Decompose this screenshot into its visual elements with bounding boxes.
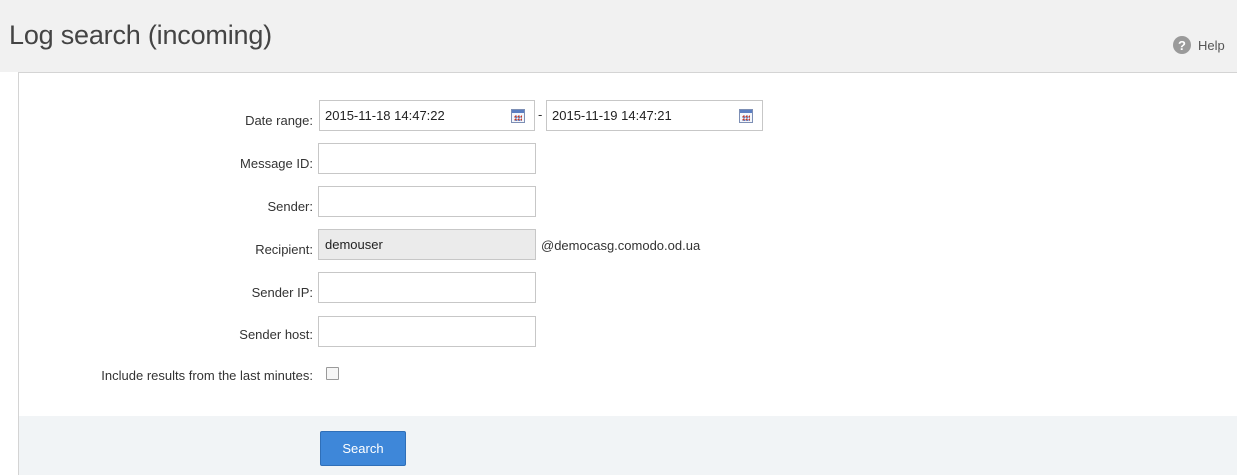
sender-host-label: Sender host: [239, 327, 313, 342]
help-link[interactable]: ? Help [1173, 36, 1225, 54]
search-form-panel [18, 72, 1237, 475]
page-header: Log search (incoming) ? Help [0, 0, 1237, 72]
question-circle-icon: ? [1173, 36, 1191, 54]
recipient-input [318, 229, 536, 260]
message-id-input[interactable] [318, 143, 536, 174]
recipient-label: Recipient: [255, 242, 313, 257]
sender-ip-input[interactable] [318, 272, 536, 303]
date-to-field[interactable]: 2015-11-19 14:47:21 [546, 100, 763, 131]
include-last-minutes-label: Include results from the last minutes: [101, 368, 313, 383]
include-last-minutes-checkbox[interactable] [326, 367, 339, 380]
sender-label: Sender: [267, 199, 313, 214]
sender-host-input[interactable] [318, 316, 536, 347]
date-from-value: 2015-11-18 14:47:22 [325, 108, 445, 123]
calendar-icon[interactable] [511, 109, 525, 123]
page-title: Log search (incoming) [9, 20, 272, 50]
sender-input[interactable] [318, 186, 536, 217]
recipient-domain: @democasg.comodo.od.ua [541, 238, 701, 253]
calendar-icon[interactable] [739, 109, 753, 123]
message-id-label: Message ID: [240, 156, 313, 171]
date-from-field[interactable]: 2015-11-18 14:47:22 [319, 100, 535, 131]
date-to-value: 2015-11-19 14:47:21 [552, 108, 672, 123]
form-footer [19, 416, 1237, 475]
date-range-separator: - [538, 107, 543, 122]
help-label: Help [1198, 37, 1225, 53]
date-range-label: Date range: [245, 113, 313, 128]
sender-ip-label: Sender IP: [251, 285, 313, 300]
search-button[interactable]: Search [320, 431, 406, 466]
